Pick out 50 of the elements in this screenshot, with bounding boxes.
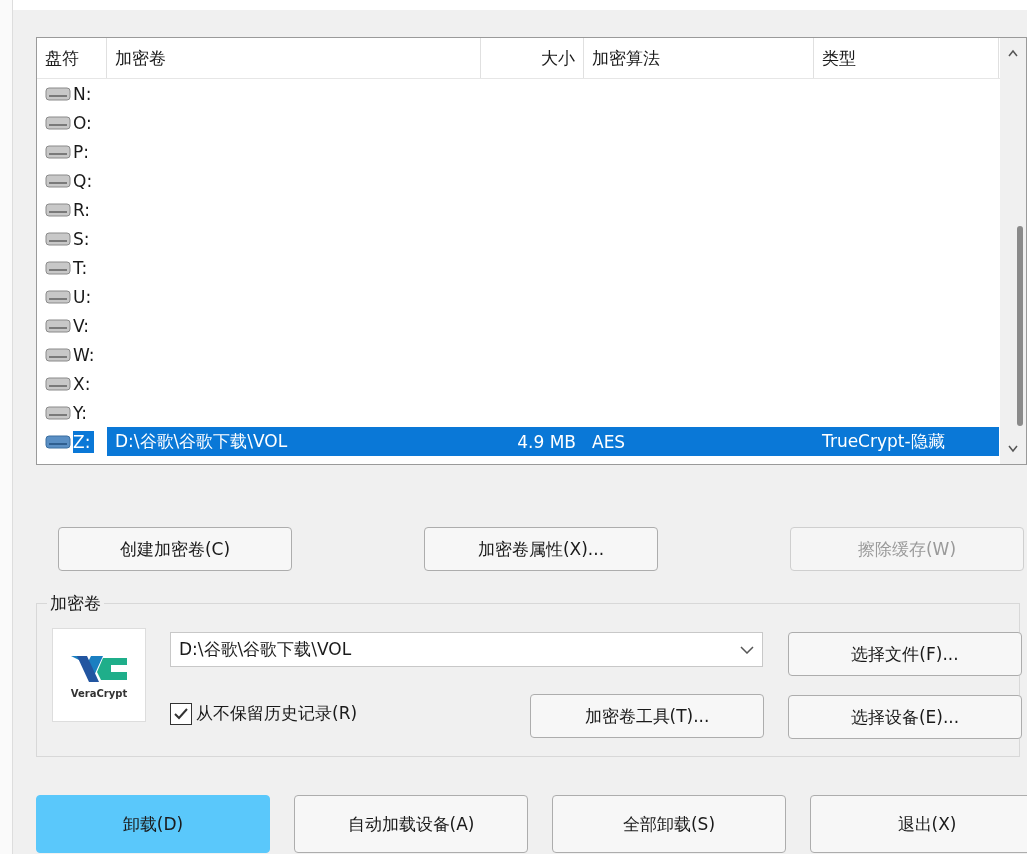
drive-letter[interactable]: O: (73, 111, 96, 134)
bottom-button[interactable]: 全部卸载(S) (552, 795, 786, 853)
bottom-button[interactable]: 卸载(D) (36, 795, 270, 853)
group-button[interactable]: 加密卷工具(T)... (530, 694, 764, 738)
drive-icon (45, 346, 71, 363)
drive-icon (45, 404, 71, 421)
drive-letter[interactable]: S: (73, 227, 94, 250)
logo-text: VeraCrypt (70, 687, 128, 699)
drive-icon (45, 317, 71, 334)
column-header[interactable]: 类型 (814, 38, 999, 78)
drive-icon (45, 288, 71, 305)
drive-letter[interactable]: W: (73, 343, 99, 366)
volume-path-combo[interactable]: D:\谷歌\谷歌下载\VOL (170, 632, 763, 667)
history-checkbox[interactable] (170, 702, 192, 725)
drive-letter[interactable]: V: (73, 314, 93, 337)
dropdown-icon (740, 645, 754, 654)
bottom-button[interactable]: 自动加载设备(A) (294, 795, 528, 853)
drive-letter[interactable]: Z: (73, 430, 95, 453)
column-header[interactable]: 加密卷 (107, 38, 481, 78)
drive-letter[interactable]: P: (73, 140, 93, 163)
volume-type: TrueCrypt-隐藏 (814, 427, 999, 456)
column-header[interactable]: 加密算法 (584, 38, 814, 78)
check-icon (173, 706, 189, 721)
drive-letter[interactable]: R: (73, 198, 95, 221)
drive-icon (45, 114, 71, 131)
column-header[interactable]: 大小 (481, 38, 584, 78)
drive-icon (45, 85, 71, 102)
drive-icon (45, 230, 71, 247)
column-header[interactable]: 盘符 (37, 38, 107, 78)
drive-icon (45, 143, 71, 160)
encryption-algorithm: AES (584, 427, 814, 456)
volume-size: 4.9 MB (481, 427, 584, 456)
drive-icon (45, 172, 71, 189)
group-button[interactable]: 选择文件(F)... (788, 632, 1022, 676)
bottom-button[interactable]: 退出(X) (810, 795, 1027, 853)
checkbox-label[interactable]: 从不保留历史记录(R) (196, 702, 358, 725)
action-button[interactable]: 创建加密卷(C) (58, 527, 292, 571)
drive-letter[interactable]: N: (73, 82, 96, 105)
action-button[interactable]: 加密卷属性(X)... (424, 527, 658, 571)
drive-icon (45, 259, 71, 276)
drive-letter[interactable]: Y: (73, 401, 91, 424)
drive-icon (45, 433, 71, 450)
drive-letter[interactable]: T: (73, 256, 92, 279)
drive-letter[interactable]: X: (73, 372, 95, 395)
drive-icon (45, 375, 71, 392)
drive-icon (45, 201, 71, 218)
drive-letter[interactable]: U: (73, 285, 96, 308)
drive-letter[interactable]: Q: (73, 169, 97, 192)
volume-path: D:\谷歌\谷歌下载\VOL (107, 427, 481, 456)
group-button[interactable]: 选择设备(E)... (788, 695, 1022, 739)
